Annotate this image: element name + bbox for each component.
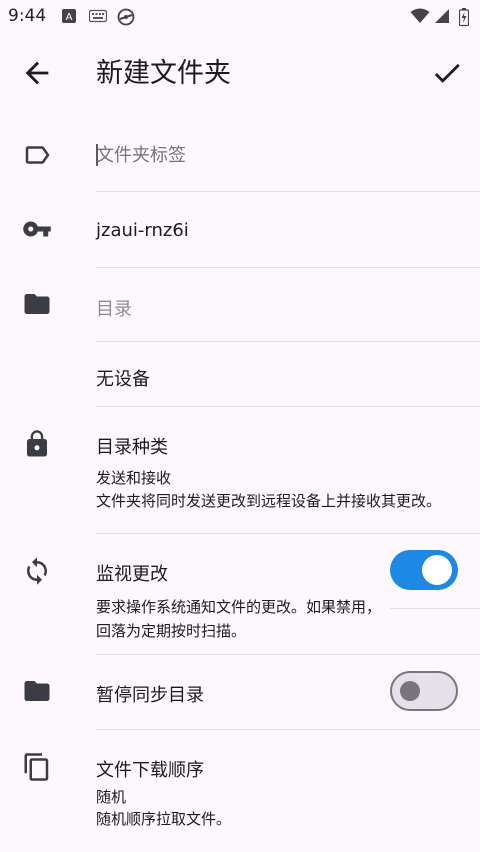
save-button[interactable] bbox=[430, 56, 464, 90]
device-row[interactable]: 无设备 bbox=[0, 342, 480, 406]
folder-icon bbox=[22, 289, 52, 319]
wifi-icon bbox=[410, 8, 430, 28]
divider bbox=[390, 608, 480, 609]
pull-order-description: 随机顺序拉取文件。 bbox=[96, 810, 232, 828]
folder-icon bbox=[22, 676, 52, 706]
folder-type-title: 目录种类 bbox=[96, 437, 168, 458]
signal-icon bbox=[434, 8, 450, 28]
sync-globe-icon bbox=[117, 8, 135, 30]
watch-changes-description-1: 要求操作系统通知文件的更改。如果禁用， bbox=[96, 598, 382, 616]
watch-changes-toggle[interactable] bbox=[390, 550, 458, 590]
status-time: 9:44 bbox=[8, 6, 47, 26]
pause-sync-title: 暂停同步目录 bbox=[96, 685, 204, 706]
folder-type-description: 文件夹将同时发送更改到远程设备上并接收其更改。 bbox=[96, 492, 442, 510]
a-icon: A bbox=[62, 8, 76, 27]
pull-order-value: 随机 bbox=[96, 788, 127, 806]
page-title: 新建文件夹 bbox=[96, 58, 231, 89]
copy-icon bbox=[22, 752, 52, 782]
folder-type-row[interactable]: 目录种类 发送和接收 文件夹将同时发送更改到远程设备上并接收其更改。 bbox=[0, 407, 480, 533]
status-bar: 9:44 A bbox=[0, 0, 480, 34]
toggle-thumb bbox=[400, 681, 420, 701]
label-icon bbox=[22, 140, 52, 170]
svg-text:A: A bbox=[66, 12, 73, 23]
battery-icon bbox=[458, 8, 470, 30]
folder-type-value: 发送和接收 bbox=[96, 469, 172, 487]
directory-placeholder: 目录 bbox=[96, 299, 132, 320]
pull-order-row[interactable]: 文件下载顺序 随机 随机顺序拉取文件。 bbox=[0, 730, 480, 852]
watch-changes-title: 监视更改 bbox=[96, 564, 168, 585]
folder-id-row[interactable]: jzaui-rnz6i bbox=[0, 192, 480, 267]
app-bar: 新建文件夹 bbox=[0, 34, 480, 106]
toggle-thumb bbox=[422, 555, 452, 585]
folder-label-input[interactable] bbox=[96, 140, 456, 170]
back-button[interactable] bbox=[20, 56, 54, 90]
pause-sync-toggle[interactable] bbox=[390, 671, 458, 711]
arrow-back-icon bbox=[20, 61, 54, 94]
pull-order-title: 文件下载顺序 bbox=[96, 760, 204, 781]
text-cursor bbox=[96, 144, 98, 166]
device-value: 无设备 bbox=[96, 369, 150, 390]
sync-icon bbox=[22, 556, 52, 586]
watch-changes-description-2: 回落为定期按时扫描。 bbox=[96, 622, 247, 640]
folder-id-value: jzaui-rnz6i bbox=[96, 220, 189, 241]
check-icon bbox=[430, 63, 464, 94]
key-icon bbox=[22, 214, 52, 244]
keyboard-icon bbox=[88, 8, 108, 27]
lock-icon bbox=[22, 429, 52, 459]
directory-row[interactable]: 目录 bbox=[0, 268, 480, 341]
